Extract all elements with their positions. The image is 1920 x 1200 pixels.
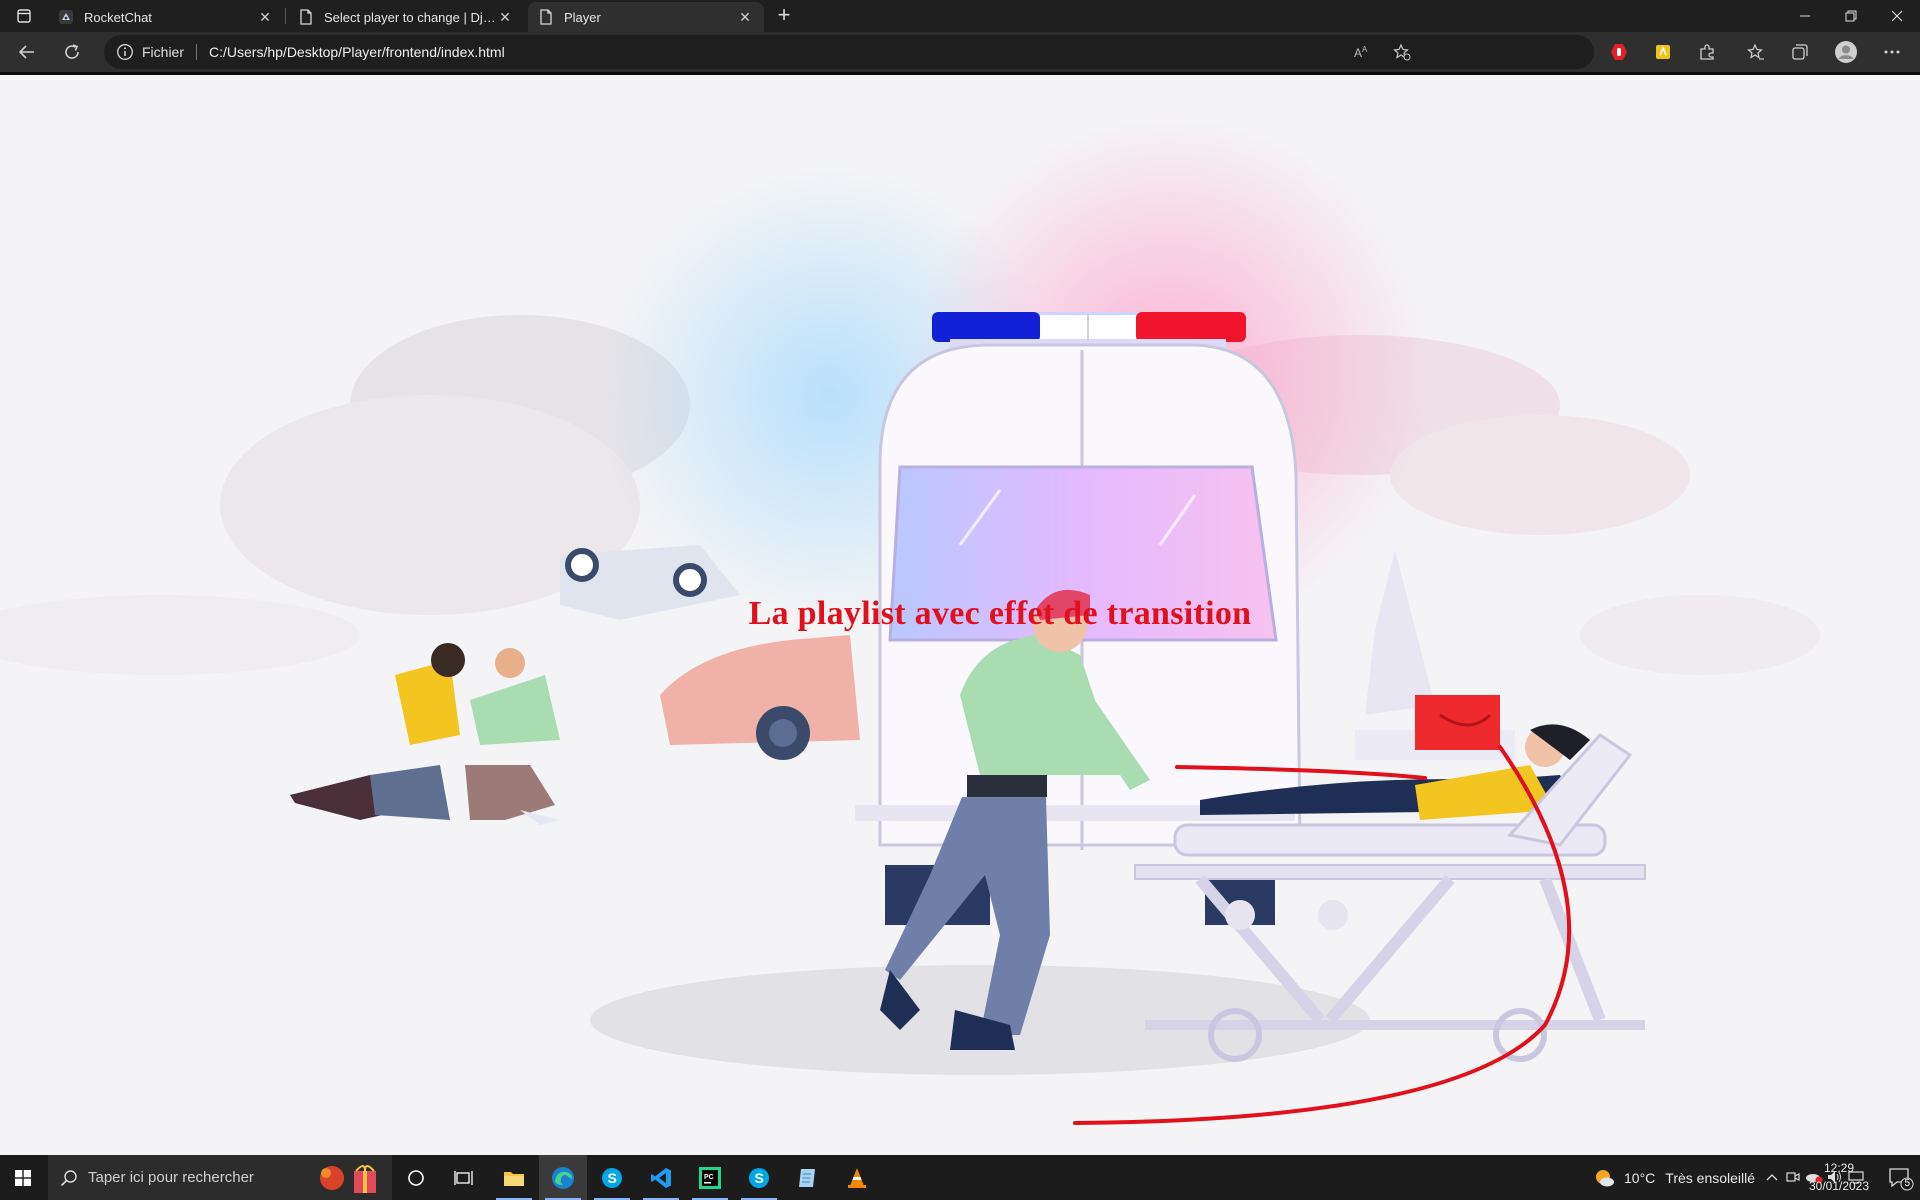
svg-text:PC: PC	[704, 1174, 714, 1181]
close-icon[interactable]: ✕	[496, 8, 514, 26]
minimize-button[interactable]	[1782, 0, 1828, 32]
page-icon	[538, 9, 554, 25]
browser-toolbar: Fichier C:/Users/hp/Desktop/Player/front…	[0, 32, 1920, 72]
skype-icon[interactable]: S	[735, 1155, 783, 1200]
page-icon	[298, 9, 314, 25]
vscode-icon[interactable]	[637, 1155, 685, 1200]
search-highlight-gift-icon	[320, 1165, 376, 1193]
weather-temperature: 10°C	[1624, 1169, 1656, 1186]
address-divider	[196, 44, 198, 60]
extension-note-icon[interactable]	[1647, 36, 1679, 68]
close-window-button[interactable]	[1874, 0, 1920, 32]
tab-django-admin[interactable]: Select player to change | Django ✕	[288, 2, 524, 32]
chevron-up-icon[interactable]	[1762, 1167, 1782, 1187]
system-tray: 10°C Très ensoleillé 12:29 30/01/2023 5	[1500, 1155, 1920, 1200]
page-title: La playlist avec effet de transition	[0, 595, 1920, 633]
new-tab-button[interactable]: +	[772, 4, 796, 28]
svg-text:S: S	[755, 1170, 764, 1186]
extension-adblock-icon[interactable]	[1603, 36, 1635, 68]
read-aloud-icon[interactable]: AA	[1352, 42, 1372, 62]
weather-description: Très ensoleillé	[1665, 1169, 1756, 1186]
tab-divider	[285, 8, 286, 24]
clock-time: 12:29	[1823, 1161, 1855, 1175]
site-scheme-label[interactable]: Fichier	[142, 44, 184, 60]
edge-icon[interactable]	[539, 1155, 587, 1200]
add-favorite-icon[interactable]	[1392, 42, 1412, 62]
back-button[interactable]	[11, 36, 43, 68]
page-title-text: La playlist avec effet de transition	[748, 595, 1252, 632]
search-icon	[60, 1169, 77, 1186]
extensions-icon[interactable]	[1691, 36, 1723, 68]
favorites-icon[interactable]	[1740, 36, 1772, 68]
close-icon[interactable]: ✕	[256, 8, 274, 26]
svg-text:A: A	[1362, 45, 1368, 54]
notepad-icon[interactable]	[784, 1155, 832, 1200]
svg-text:A: A	[1354, 46, 1362, 60]
refresh-button[interactable]	[56, 36, 88, 68]
start-button[interactable]	[0, 1155, 46, 1200]
meet-now-icon[interactable]	[1783, 1167, 1803, 1187]
page-viewport[interactable]: La playlist avec effet de transition	[0, 75, 1920, 1155]
windows-taskbar: Taper ici pour rechercher S PC S 10°C Tr…	[0, 1155, 1920, 1200]
address-bar[interactable]: Fichier C:/Users/hp/Desktop/Player/front…	[104, 35, 1594, 69]
browser-tab-strip: RocketChat ✕ Select player to change | D…	[0, 0, 1920, 32]
search-placeholder: Taper ici pour rechercher	[88, 1169, 254, 1186]
skype-icon[interactable]: S	[588, 1155, 636, 1200]
file-explorer-icon[interactable]	[490, 1155, 538, 1200]
sun-cloud-icon	[1596, 1169, 1614, 1186]
collections-icon[interactable]	[1784, 36, 1816, 68]
task-view-icon[interactable]	[440, 1155, 488, 1200]
clock-date: 30/01/2023	[1808, 1179, 1870, 1193]
info-icon[interactable]	[116, 43, 134, 61]
tab-player[interactable]: Player ✕	[528, 2, 764, 32]
rocketchat-icon	[58, 9, 74, 25]
pycharm-icon[interactable]: PC	[686, 1155, 734, 1200]
vlc-icon[interactable]	[833, 1155, 881, 1200]
svg-text:S: S	[608, 1170, 617, 1186]
tab-title: Select player to change | Django	[324, 9, 496, 25]
tab-title: Player	[564, 9, 601, 25]
system-clock[interactable]: 12:29 30/01/2023	[1804, 1159, 1874, 1195]
restore-button[interactable]	[1828, 0, 1874, 32]
cortana-icon[interactable]	[392, 1155, 440, 1200]
weather-widget[interactable]: 10°C Très ensoleillé	[1592, 1155, 1755, 1200]
settings-more-icon[interactable]	[1876, 36, 1908, 68]
taskbar-search[interactable]: Taper ici pour rechercher	[48, 1155, 392, 1200]
url-text[interactable]: C:/Users/hp/Desktop/Player/frontend/inde…	[209, 44, 505, 60]
notification-count: 5	[1904, 1178, 1910, 1189]
notification-center-icon[interactable]: 5	[1888, 1165, 1914, 1191]
tab-actions-icon[interactable]	[10, 4, 38, 28]
profile-avatar[interactable]	[1830, 36, 1862, 68]
tab-title: RocketChat	[84, 9, 152, 25]
tab-rocketchat[interactable]: RocketChat ✕	[48, 2, 284, 32]
close-icon[interactable]: ✕	[736, 8, 754, 26]
